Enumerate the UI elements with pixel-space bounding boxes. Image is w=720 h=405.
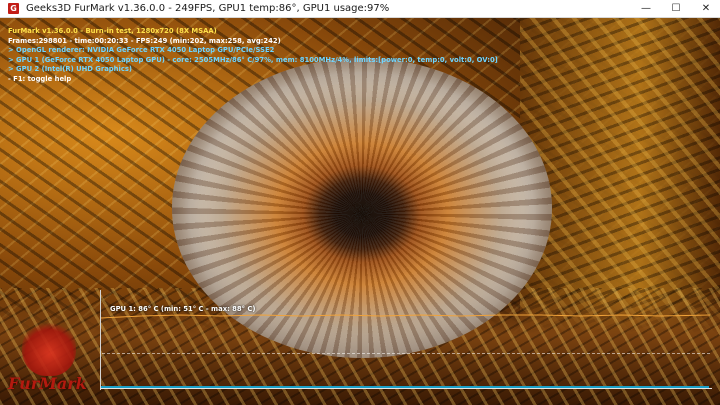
window-title: Geeks3D FurMark v1.36.0.0 - 249FPS, GPU1… bbox=[26, 3, 390, 14]
close-icon: ✕ bbox=[701, 3, 711, 14]
window-titlebar[interactable]: G Geeks3D FurMark v1.36.0.0 - 249FPS, GP… bbox=[0, 0, 720, 18]
temperature-graph: GPU 1: 86° C (min: 51° C - max: 88° C) bbox=[100, 290, 712, 392]
hud-gpu1-line: > GPU 1 (GeForce RTX 4050 Laptop GPU) - … bbox=[8, 55, 498, 64]
minimize-icon: — bbox=[641, 3, 651, 14]
graph-label: GPU 1: 86° C (min: 51° C - max: 88° C) bbox=[110, 305, 256, 313]
furmark-app-icon: G bbox=[8, 3, 19, 14]
graph-x-axis bbox=[100, 388, 712, 389]
hud-gpu2-line: > GPU 2 (Intel(R) UHD Graphics) bbox=[8, 65, 133, 74]
hud-title-line: FurMark v1.36.0.0 - Burn-in test, 1280x7… bbox=[8, 27, 217, 35]
hud-renderer-line: > OpenGL renderer: NVIDIA GeForce RTX 40… bbox=[8, 46, 275, 55]
flame-icon bbox=[22, 320, 76, 376]
hud-help-line: - F1: toggle help bbox=[8, 74, 72, 83]
graph-y-axis bbox=[100, 290, 101, 390]
hud-overlay: FurMark v1.36.0.0 - Burn-in test, 1280x7… bbox=[8, 27, 498, 85]
furmark-logo: FurMark bbox=[4, 320, 94, 398]
close-button[interactable]: ✕ bbox=[692, 0, 720, 17]
hud-frames-line: Frames:298801 - time:00:20:33 - FPS:249 … bbox=[8, 36, 281, 45]
minimize-button[interactable]: — bbox=[632, 0, 660, 17]
logo-text: FurMark bbox=[8, 374, 87, 393]
maximize-button[interactable]: ☐ bbox=[662, 0, 690, 17]
maximize-icon: ☐ bbox=[671, 3, 681, 14]
app-icon-letter: G bbox=[10, 3, 17, 13]
temperature-curve bbox=[101, 314, 711, 319]
graph-dashed-line bbox=[102, 353, 710, 354]
